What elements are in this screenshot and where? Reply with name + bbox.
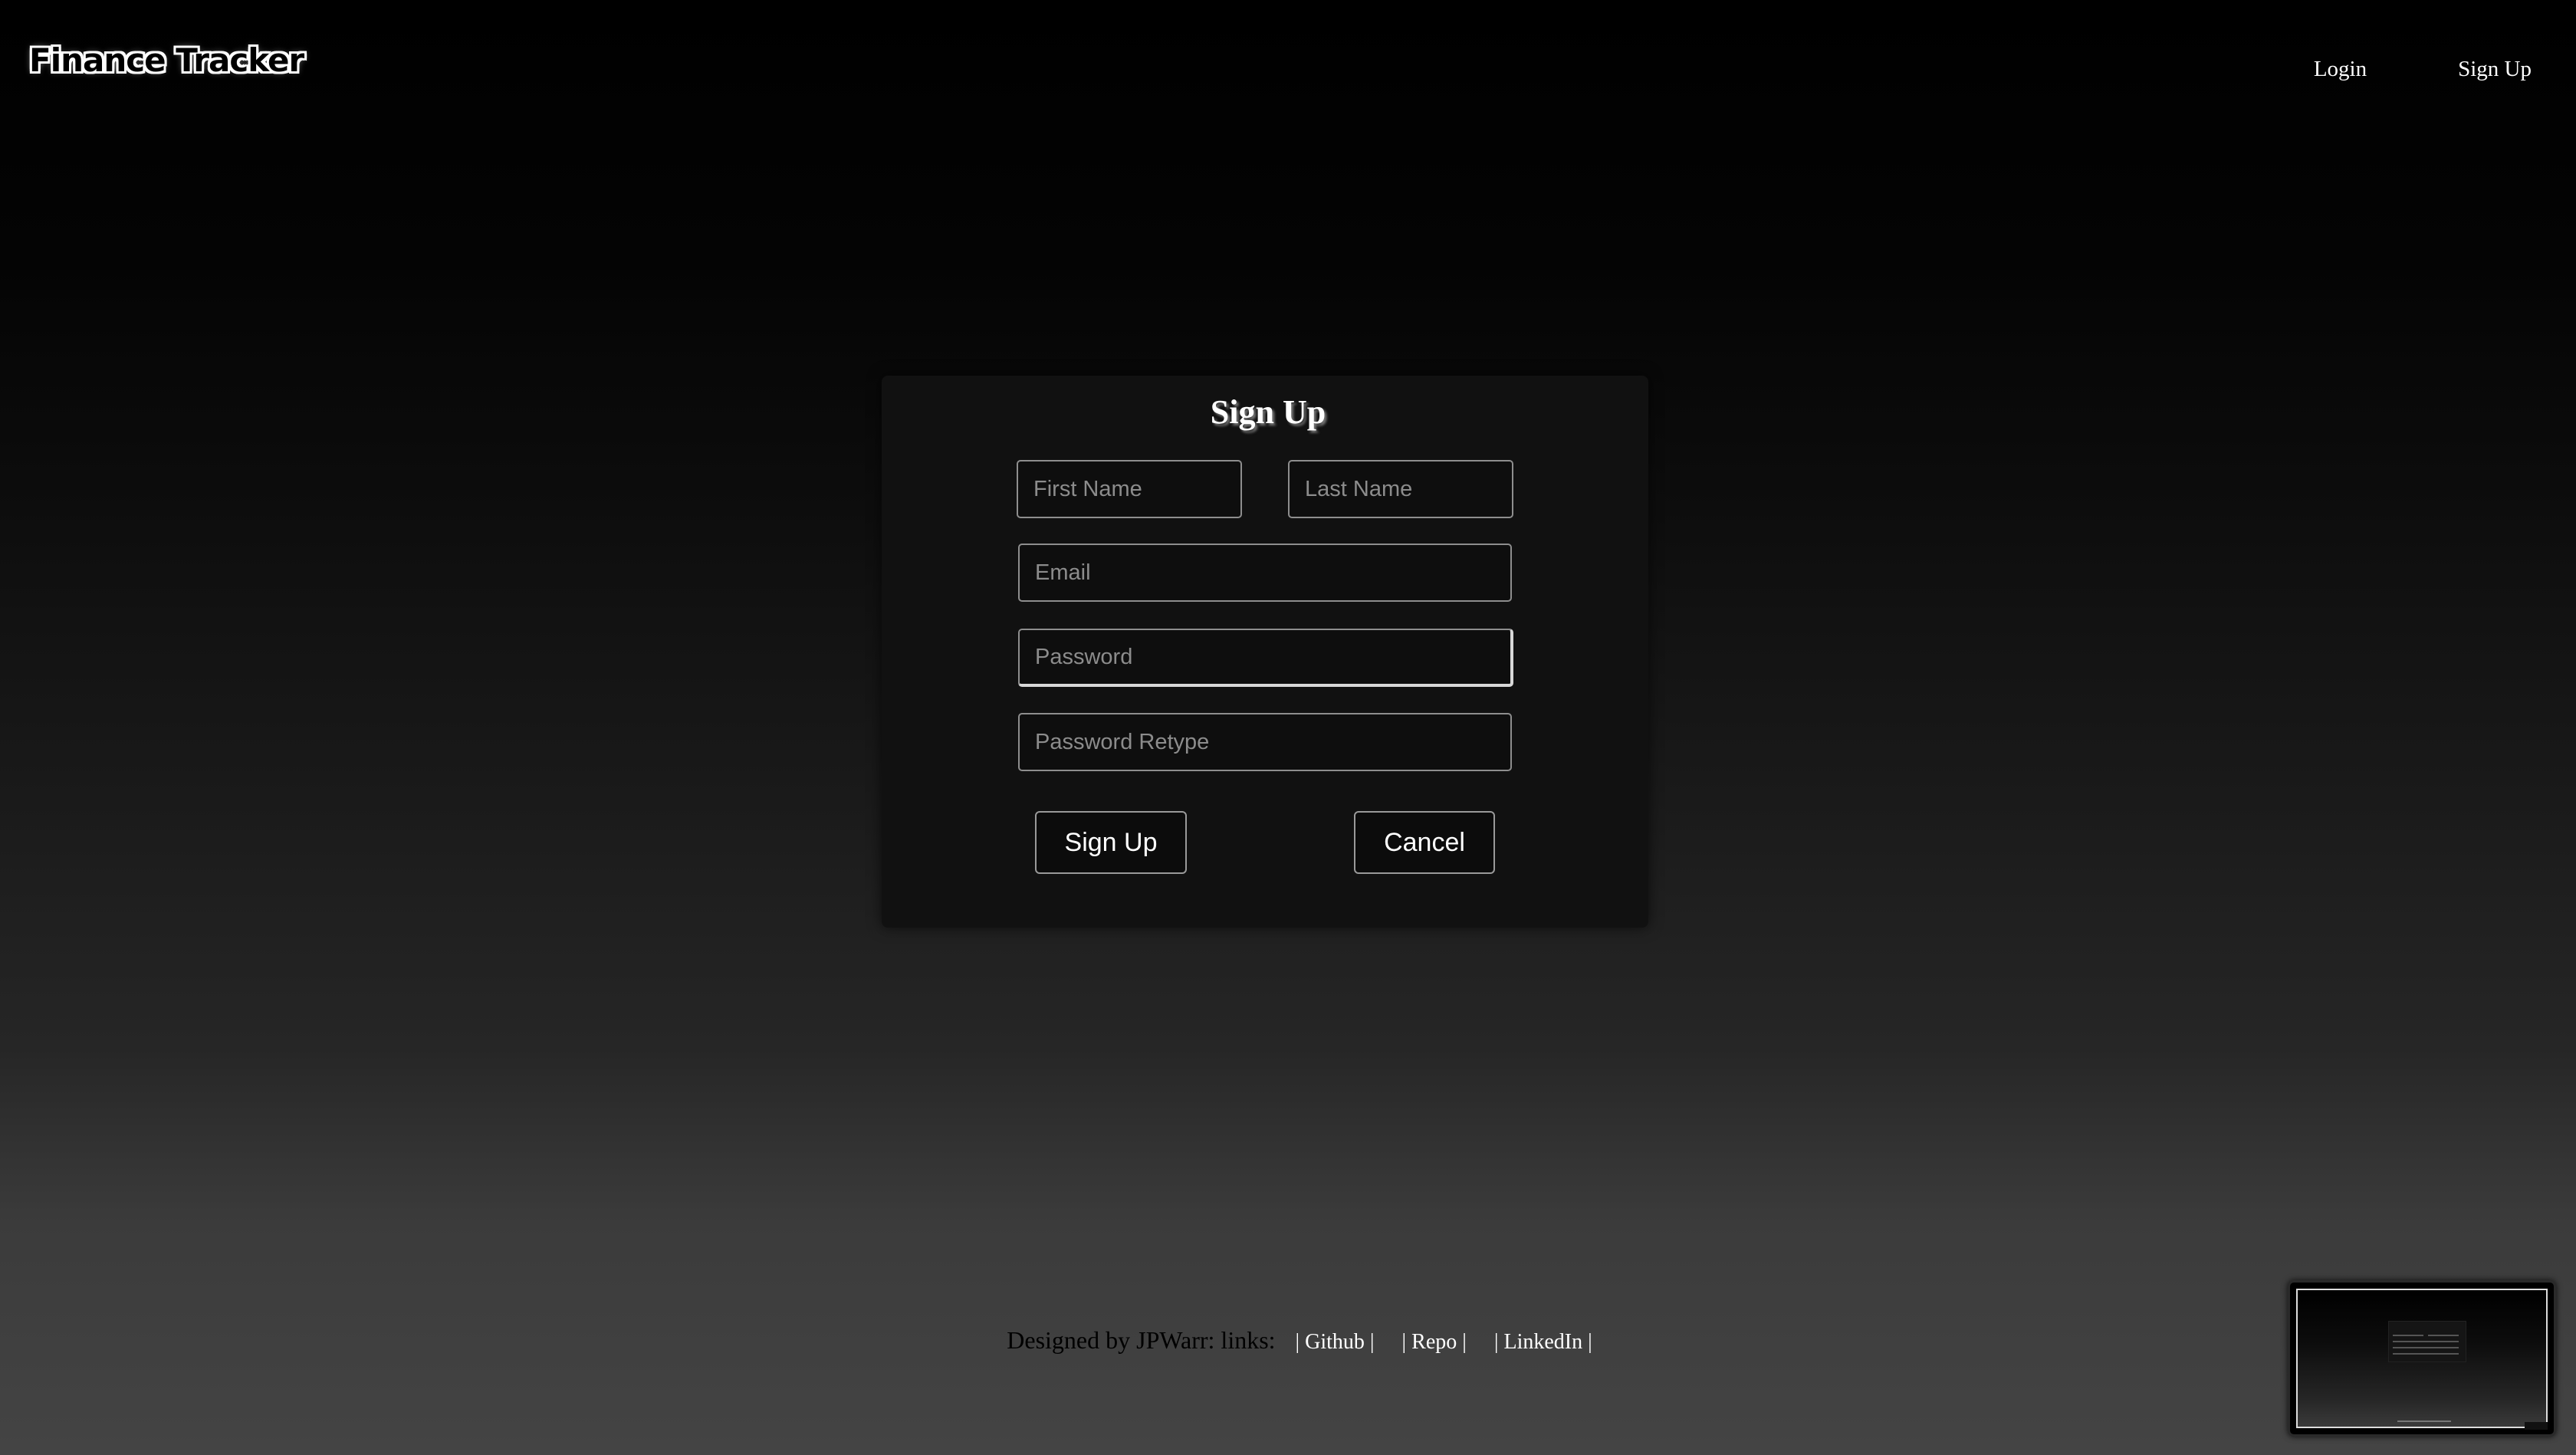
screenshot-thumbnail[interactable] [2288,1280,2556,1437]
top-nav: Login Sign Up [2314,57,2532,82]
signup-button[interactable]: Sign Up [1035,811,1187,874]
cancel-button[interactable]: Cancel [1354,811,1495,874]
thumbnail-line [2393,1347,2459,1348]
email-input[interactable] [1018,544,1512,602]
thumbnail-line [2393,1335,2423,1336]
thumbnail-line [2397,1421,2451,1422]
thumbnail-preview [2296,1289,2548,1430]
signup-card: Sign Up Sign Up Cancel [882,376,1648,928]
footer-repo-link[interactable]: | Repo | [1402,1330,1467,1354]
footer: Designed by JPWarr: links: | Github | | … [0,1326,2576,1355]
nav-signup-link[interactable]: Sign Up [2458,57,2532,82]
last-name-input[interactable] [1288,460,1513,518]
footer-credit: Designed by JPWarr: links: [1007,1326,1276,1354]
app-logo[interactable]: Finance Tracker [29,41,304,79]
thumbnail-line [2393,1341,2459,1342]
footer-github-link[interactable]: | Github | [1296,1330,1375,1354]
password-retype-input[interactable] [1018,713,1512,771]
first-name-input[interactable] [1017,460,1242,518]
thumbnail-line [2428,1335,2459,1336]
nav-login-link[interactable]: Login [2314,57,2367,82]
thumbnail-line [2525,1422,2548,1430]
password-input[interactable] [1018,629,1513,687]
footer-linkedin-link[interactable]: | LinkedIn | [1494,1330,1592,1354]
form-title: Sign Up [1210,393,1326,431]
thumbnail-line [2393,1353,2459,1355]
